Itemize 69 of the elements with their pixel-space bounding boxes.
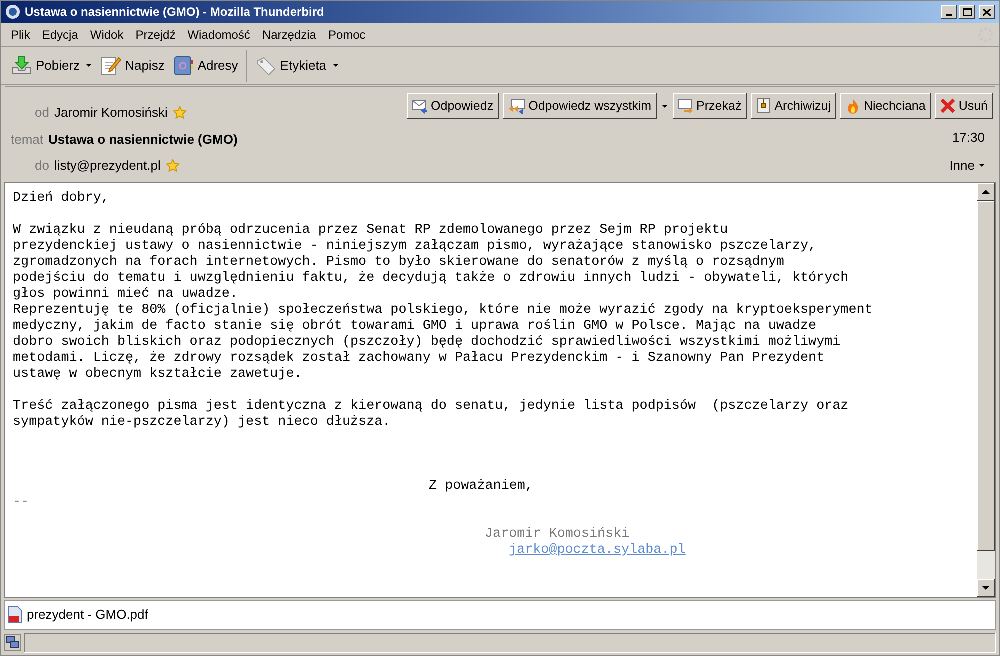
- toolbar-button[interactable]: Etykieta: [253, 50, 341, 80]
- subject-label: temat: [11, 130, 44, 148]
- toolbar-button[interactable]: Adresy: [170, 50, 240, 80]
- subject-text: Ustawa o nasiennictwie (GMO): [48, 130, 238, 149]
- inbox-download-icon: [11, 54, 33, 76]
- envelope-arrow-icon: [678, 98, 694, 114]
- minimize-icon: [946, 14, 952, 16]
- menu-item[interactable]: Edycja: [36, 26, 84, 44]
- close-button[interactable]: [979, 5, 995, 19]
- message-time: 17:30: [952, 129, 985, 147]
- toolbar-button[interactable]: Napisz: [98, 50, 167, 80]
- action-button[interactable]: Niechciana: [840, 93, 931, 119]
- pdf-file-icon: [7, 606, 23, 624]
- scroll-up-button[interactable]: [977, 183, 995, 201]
- notepad-pencil-icon: [100, 54, 122, 76]
- recipient-address: listy@prezydent.pl: [54, 157, 161, 175]
- scroll-thumb[interactable]: [977, 201, 995, 551]
- message-text-line: podejściu do tematu i uwzględnieniu faktu, że decydują także o zdrowiu innych ludzi - obywateli, których: [13, 271, 850, 287]
- to-label: do: [35, 157, 50, 175]
- close-icon: [940, 98, 956, 114]
- message-text-line: Treść załączonego pisma jest identyczna z kierowaną do senatu, jedynie lista podpisów (pszczelarzy oraz: [13, 399, 850, 415]
- message-text-line: prezydenckiej ustawy o nasiennictwie - niniejszym załączam pismo, wyrażające stanowisko pszczelarzy,: [13, 239, 818, 255]
- message-text-line: ustawę w obecnym kształcie zawetuje.: [13, 367, 304, 383]
- maximize-icon: [962, 8, 972, 16]
- closing-text: Z poważaniem,: [428, 479, 534, 495]
- sender-name: Jaromir Komosiński: [54, 104, 168, 122]
- action-button[interactable]: Przekaż: [672, 93, 747, 119]
- network-icon: [4, 634, 22, 652]
- envelope-arrows-icon: [508, 98, 526, 114]
- maximize-button[interactable]: [959, 5, 975, 19]
- action-button[interactable]: Archiwizuj: [750, 93, 836, 119]
- star-icon: [166, 158, 180, 173]
- message-text-line: metodami. Liczę, że zdrowy rozsądek został zachowany w Pałacu Prezydenckim - i Szanowny Pan Prezydent: [13, 351, 826, 367]
- message-text-line: zgromadzonych na forach internetowych. Pismo to było skierowane do senatorów z myślą o rozsądnym: [13, 255, 786, 271]
- window-title: Ustawa o nasiennictwie (GMO) - Mozilla Thunderbird: [25, 4, 326, 21]
- minimize-button[interactable]: [941, 5, 957, 19]
- message-text-line: Reprezentuję te 80% (oficjalnie) społeczeństwa polskiego, które nie może wyrazić zgody na kryptoeksperyment: [13, 303, 874, 319]
- toolbar-button[interactable]: Pobierz: [9, 50, 94, 80]
- menu-item[interactable]: Wiadomość: [182, 26, 256, 44]
- menu-item[interactable]: Widok: [84, 26, 130, 44]
- more-menu-button[interactable]: Inne: [950, 156, 985, 175]
- message-text-line: Dzień dobry,: [13, 191, 110, 207]
- message-text-line: W związku z nieudaną próbą odrzucenia przez Senat RP zdemolowanego przez Sejm RP projektu: [13, 223, 730, 239]
- scrollbar[interactable]: [977, 183, 995, 597]
- message-text-line: sympatyków nie-pszczelarzy) jest nieco dłuższa.: [13, 415, 392, 431]
- caret-icon: [662, 104, 668, 108]
- message-text-line: głos powinni mieć na uwadze.: [13, 287, 239, 303]
- signature-name: Jaromir Komosiński: [484, 527, 631, 543]
- attachment-item[interactable]: prezydent - GMO.pdf: [7, 605, 148, 625]
- menu-item[interactable]: Narzędzia: [256, 26, 322, 44]
- menu-item[interactable]: Przejdź: [130, 26, 182, 44]
- address-book-icon: [172, 54, 195, 76]
- archive-box-icon: [756, 98, 772, 114]
- menu-item[interactable]: Pomoc: [322, 26, 372, 44]
- message-text-line: dobro swoich bliskich oraz podopiecznych (pszczoły) będę dochodzić sprawiedliwości wszystkimi możliwymi: [13, 335, 842, 351]
- from-label: od: [35, 104, 50, 122]
- scroll-down-button[interactable]: [977, 579, 995, 597]
- tag-icon: [255, 54, 278, 76]
- action-button[interactable]: Odpowiedz wszystkim: [502, 93, 657, 119]
- close-icon: [983, 8, 991, 16]
- action-button[interactable]: Odpowiedz: [407, 93, 499, 119]
- caret-icon: [979, 164, 985, 167]
- app-logo-icon: [5, 4, 21, 20]
- menu-item[interactable]: Plik: [5, 26, 36, 44]
- star-icon: [172, 106, 187, 120]
- message-text-line: medyczny, jakim de facto stanie się obrót towarami GMO i uprawa roślin GMO w Polsce. Mając na uwadze: [13, 319, 818, 335]
- action-button[interactable]: Usuń: [934, 93, 993, 119]
- envelope-arrow-icon: [412, 98, 428, 114]
- signature-separator: --: [13, 495, 30, 511]
